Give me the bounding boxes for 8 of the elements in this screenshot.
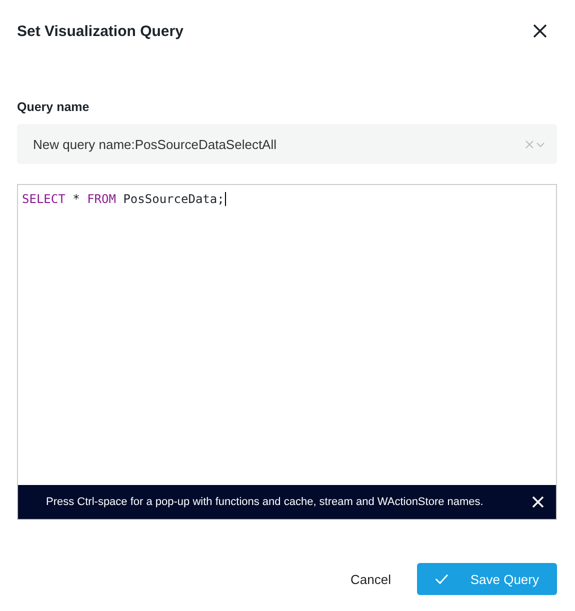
check-icon xyxy=(435,573,448,585)
close-icon[interactable] xyxy=(533,24,547,38)
query-editor[interactable]: SELECT * FROM PosSourceData; Press Ctrl-space for a pop-up with functions and cache, stream and WActionStore names. xyxy=(17,184,557,520)
cancel-button[interactable]: Cancel xyxy=(344,570,397,588)
field-label: Query name xyxy=(17,100,90,114)
dialog-title: Set Visualization Query xyxy=(17,22,184,40)
hint-text: Press Ctrl-space for a pop-up with functions and cache, stream and WActionStore names. xyxy=(46,496,484,508)
code-line: SELECT * FROM PosSourceData; xyxy=(22,192,226,206)
